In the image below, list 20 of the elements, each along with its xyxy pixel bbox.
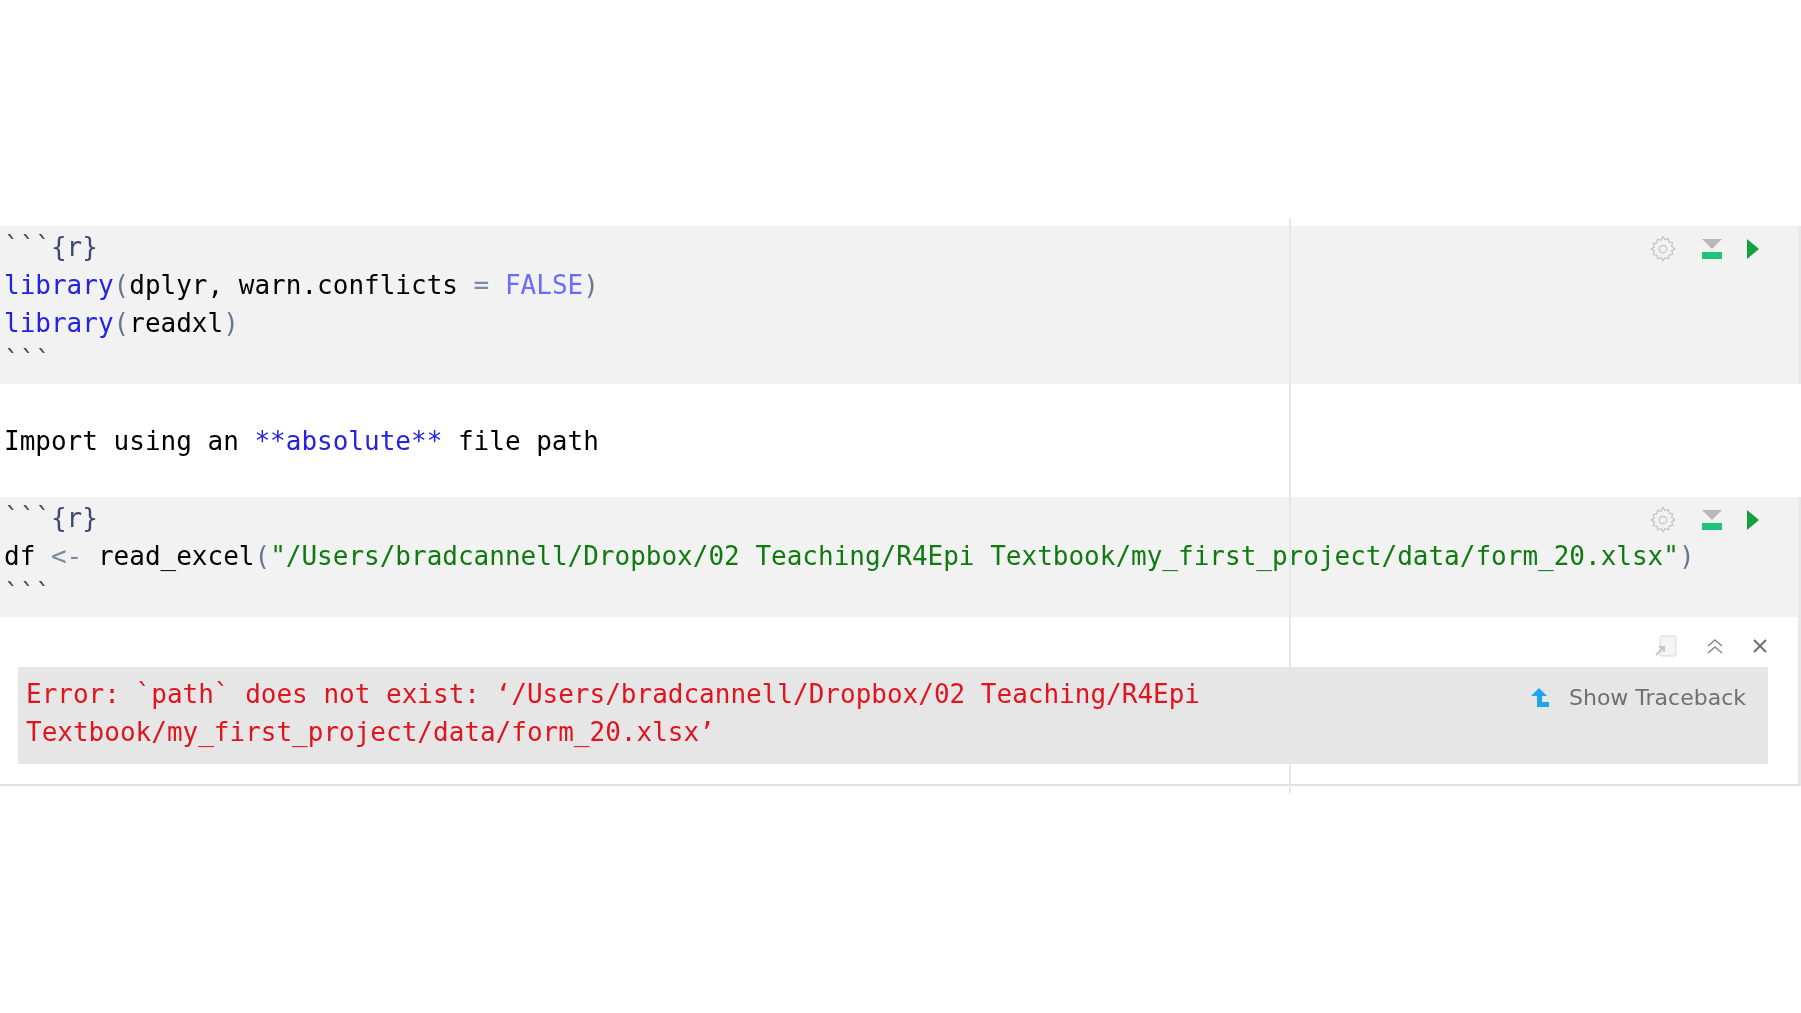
- code-line: df <- read_excel("/Users/bradcannell/Dropbox/02 Teaching/R4Epi Textbook/my_first_project/data/form_20.xlsx"): [4, 540, 1695, 573]
- code-line: library(dplyr, warn.conflicts = FALSE): [4, 269, 599, 302]
- code-line: ```: [4, 345, 51, 378]
- run-above-icon[interactable]: [1700, 237, 1724, 261]
- show-traceback-button[interactable]: Show Traceback: [1531, 681, 1746, 714]
- code-line: library(readxl): [4, 307, 239, 340]
- code-line: ```{r}: [4, 502, 98, 535]
- run-icon[interactable]: [1746, 509, 1760, 531]
- run-icon[interactable]: [1746, 238, 1760, 260]
- error-message: Error: `path` does not exist: ‘/Users/bradcannell/Dropbox/02 Teaching/R4Epi Textbook/my_first_project/data/form_20.xlsx’: [26, 678, 1201, 749]
- settings-icon[interactable]: [1648, 234, 1678, 264]
- settings-icon[interactable]: [1648, 505, 1678, 535]
- collapse-icon[interactable]: [1706, 637, 1724, 655]
- popout-icon[interactable]: [1654, 635, 1678, 657]
- run-above-icon[interactable]: [1700, 508, 1724, 532]
- code-line: Import using an **absolute** file path: [4, 425, 599, 458]
- code-line: ```: [4, 578, 51, 611]
- upload-arrow-icon: [1531, 687, 1551, 708]
- close-icon[interactable]: [1752, 638, 1768, 654]
- code-line: ```{r}: [4, 231, 98, 264]
